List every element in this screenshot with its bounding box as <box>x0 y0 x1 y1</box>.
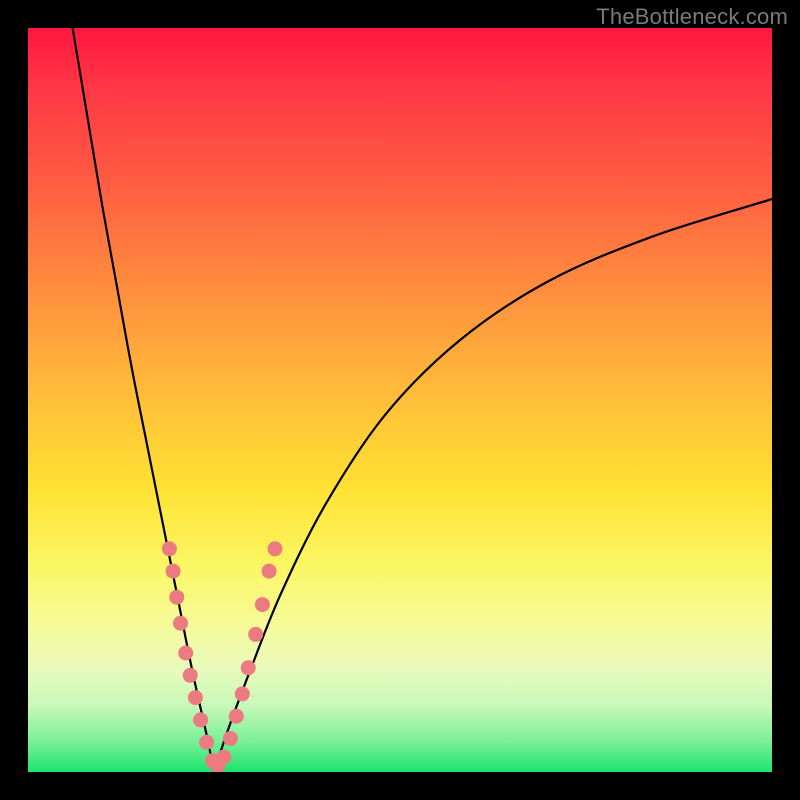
data-point <box>229 709 244 724</box>
data-point <box>183 668 198 683</box>
data-point <box>199 735 214 750</box>
data-point <box>262 564 277 579</box>
data-point <box>216 750 231 765</box>
curve-line <box>73 28 772 772</box>
bottleneck-curve <box>28 28 772 772</box>
data-point <box>173 616 188 631</box>
data-point <box>162 541 177 556</box>
data-point <box>241 660 256 675</box>
data-points <box>162 541 283 772</box>
data-point <box>193 712 208 727</box>
chart-frame: TheBottleneck.com <box>0 0 800 800</box>
data-point <box>166 564 181 579</box>
data-point <box>188 690 203 705</box>
plot-area <box>28 28 772 772</box>
data-point <box>223 731 238 746</box>
watermark-text: TheBottleneck.com <box>596 4 788 30</box>
data-point <box>248 627 263 642</box>
data-point <box>235 686 250 701</box>
data-point <box>255 597 270 612</box>
data-point <box>268 541 283 556</box>
data-point <box>178 646 193 661</box>
data-point <box>169 590 184 605</box>
